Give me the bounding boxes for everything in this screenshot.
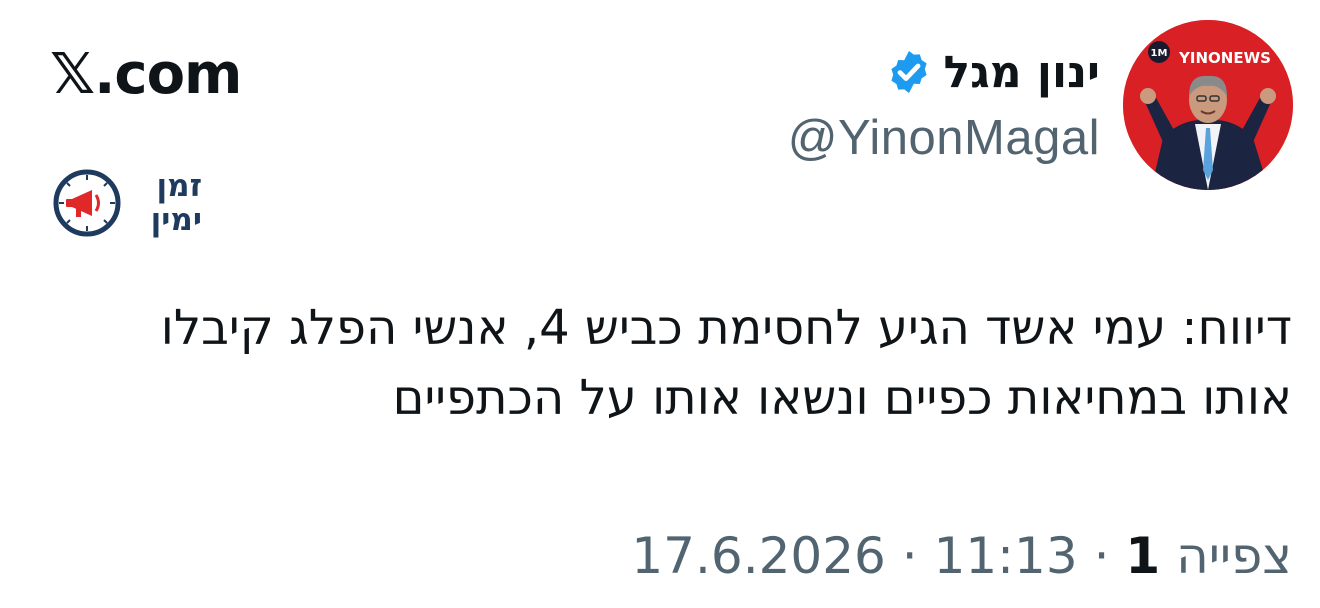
tweet-meta: 17.6.2026 · 11:13 · צפייה 1 <box>631 527 1292 585</box>
tweet-time[interactable]: 11:13 <box>934 527 1078 585</box>
logo-word-zman: זמן <box>156 168 203 204</box>
tweet-date[interactable]: 17.6.2026 <box>631 527 885 585</box>
author-display-name[interactable]: ינון מגל <box>943 47 1100 98</box>
megaphone-clock-icon <box>53 169 121 237</box>
avatar[interactable]: 1M YINONEWS <box>1123 20 1293 190</box>
author-handle[interactable]: @YinonMagal <box>788 110 1100 166</box>
avatar-badge-text: 1M <box>1151 48 1168 59</box>
meta-separator: · <box>1093 527 1110 585</box>
logo-word-yamin: ימין <box>150 202 202 238</box>
verified-badge-icon <box>891 51 928 93</box>
x-brand-logo: 𝕏.com <box>50 42 242 107</box>
views-label: צפייה <box>1176 527 1292 585</box>
meta-separator: · <box>901 527 918 585</box>
zman-yamin-logo: זמן ימין <box>52 168 202 248</box>
tweet-text: דיווח: עמי אשד הגיע לחסימת כביש 4, אנשי … <box>160 300 1292 426</box>
views-count: 1 <box>1125 527 1161 585</box>
tweet-author[interactable]: ינון מגל @YinonMagal <box>788 42 1100 166</box>
avatar-brand-text: YINONEWS <box>1178 49 1271 67</box>
